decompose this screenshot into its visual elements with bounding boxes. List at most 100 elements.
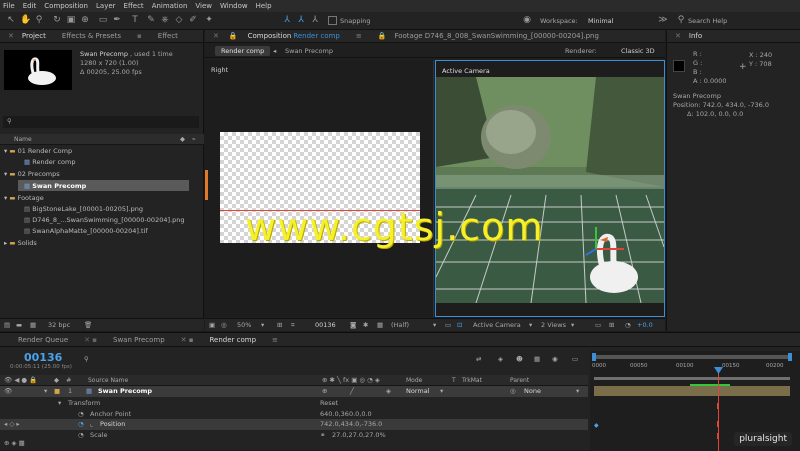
stopwatch-icon[interactable]: ◔ xyxy=(78,410,84,418)
label-column-icon[interactable]: ◆ xyxy=(180,135,185,143)
camera-handle[interactable] xyxy=(205,170,208,200)
tab-swan-precomp[interactable]: Swan Precomp xyxy=(105,336,173,344)
position-row[interactable]: ◂ ◇ ▸ ◔ ⌞ Position 742.0,434.0,-736.0 xyxy=(0,419,588,430)
always-preview-icon[interactable]: ▣ xyxy=(209,321,215,329)
keyframe-marker[interactable] xyxy=(717,433,719,439)
pick-whip-icon[interactable]: ◎ xyxy=(510,387,516,395)
trash-icon[interactable]: 🗑 xyxy=(84,321,92,329)
navigator-start-handle[interactable] xyxy=(592,353,596,361)
item-bigstonelake[interactable]: ▤ BigStoneLake_[00001-00205].png xyxy=(24,205,143,213)
transparency-grid-icon[interactable]: ▦ xyxy=(377,321,383,329)
column-trkmat[interactable]: TrkMat xyxy=(462,377,482,384)
tab-effects-presets[interactable]: Effects & Presets xyxy=(54,32,129,40)
keyframe-marker[interactable] xyxy=(717,421,719,427)
chevron-down-icon[interactable]: ▾ xyxy=(440,387,443,395)
anchor-point-value[interactable]: 640.0,360.0,0.0 xyxy=(320,410,372,418)
left-viewer[interactable]: Right xyxy=(205,60,434,317)
parent-select[interactable]: None xyxy=(524,387,541,395)
menu-window[interactable]: Window xyxy=(220,2,248,10)
footage-lock-icon[interactable]: 🔒 xyxy=(370,32,395,40)
stopwatch-active-icon[interactable]: ◔ xyxy=(78,420,84,428)
channel-icon[interactable]: ✱ xyxy=(363,321,368,329)
reset-exposure-icon[interactable]: ◔ xyxy=(625,321,631,329)
menu-composition[interactable]: Composition xyxy=(44,2,88,10)
position-value[interactable]: 742.0,434.0,-736.0 xyxy=(320,420,382,428)
panel-menu-icon[interactable]: ≡ xyxy=(264,336,286,344)
item-swanswimming[interactable]: ▤ D746_8_...SwanSwimming_[00000-00204].p… xyxy=(24,216,184,224)
magnification-select[interactable]: 50% xyxy=(237,321,251,329)
folder-footage[interactable]: ▾ ▬ Footage xyxy=(4,194,44,202)
scale-value[interactable]: 27.0,27.0,27.0% xyxy=(332,431,386,439)
world-axis-icon[interactable]: ⅄ xyxy=(296,15,306,26)
pen-tool-icon[interactable]: ✒ xyxy=(112,15,122,26)
chevron-down-icon[interactable]: ▾ xyxy=(576,387,579,395)
folder-precomps[interactable]: ▾ ▬ 02 Precomps xyxy=(4,170,60,178)
shy-layers-icon[interactable]: ☻ xyxy=(516,355,523,363)
tab-render-queue[interactable]: Render Queue xyxy=(0,336,76,344)
resolution-select[interactable]: (Half) xyxy=(391,321,409,329)
constrain-proportions-icon[interactable]: ⚭ xyxy=(320,431,325,439)
search-help-input[interactable]: Search Help xyxy=(688,17,727,25)
project-bpc-button[interactable]: 32 bpc xyxy=(48,321,70,329)
stopwatch-icon[interactable]: ◔ xyxy=(78,431,84,439)
item-swanalphamatte[interactable]: ▤ SwanAlphaMatte_[00000-00204].tif xyxy=(24,227,148,235)
column-name[interactable]: Name xyxy=(14,136,32,143)
snapshot-camera-icon[interactable]: ◙ xyxy=(350,321,356,329)
graph-icon[interactable]: ⌞ xyxy=(90,420,93,428)
keyframe-navigator-icon[interactable]: ◂ ◇ ▸ xyxy=(4,420,20,428)
keyframe-diamond-icon[interactable]: ◆ xyxy=(594,422,599,429)
column-t[interactable]: T xyxy=(452,377,456,384)
composition-mini-flowchart-icon[interactable]: ⇄ xyxy=(476,355,481,363)
right-viewer[interactable]: Active Camera xyxy=(435,60,665,317)
column-parent[interactable]: Parent xyxy=(510,377,529,384)
grid-guides-icon[interactable]: ⊞ xyxy=(277,321,282,329)
time-navigator-bar[interactable] xyxy=(594,355,790,359)
exposure-value[interactable]: +0.0 xyxy=(637,321,653,329)
column-mode[interactable]: Mode xyxy=(406,377,422,384)
layer-row[interactable]: 👁 ▾ ■ 1 ▦ Swan Precomp ⊕ ╱ ◈ Normal ▾ ◎ … xyxy=(0,386,588,397)
search-icon[interactable]: ⚲ xyxy=(84,355,89,363)
folder-solids[interactable]: ▸ ▬ Solids xyxy=(4,239,37,247)
menu-view[interactable]: View xyxy=(195,2,212,10)
toggle-3d-view-icon[interactable]: ⊡ xyxy=(457,321,462,329)
camera-tool-icon[interactable]: ▣ xyxy=(66,15,76,26)
collapse-transform-icon[interactable]: ⊕ xyxy=(322,387,327,395)
tab-composition[interactable]: Composition xyxy=(240,32,294,40)
frame-blending-icon[interactable]: ▦ xyxy=(534,355,540,363)
current-time-display[interactable]: 00136 xyxy=(24,351,62,364)
navigator-end-handle[interactable] xyxy=(788,353,792,361)
mask-visibility-icon[interactable]: ◎ xyxy=(221,321,227,329)
pan-behind-tool-icon[interactable]: ⊕ xyxy=(80,15,90,26)
visibility-eye-icon[interactable]: 👁 xyxy=(4,387,12,395)
breadcrumb-swan-precomp[interactable]: Swan Precomp xyxy=(285,47,333,55)
chevron-down-icon[interactable]: ▾ xyxy=(433,321,436,329)
rotate-tool-icon[interactable]: ↻ xyxy=(52,15,62,26)
fast-preview-mode-icon[interactable]: ⊞ xyxy=(609,321,614,329)
layer-duration-bar[interactable] xyxy=(594,386,790,396)
motion-blur-icon[interactable]: ◉ xyxy=(552,355,558,363)
tab-composition-name[interactable]: Render comp xyxy=(293,32,348,40)
panel-menu-icon[interactable]: ≡ xyxy=(348,32,370,40)
blend-mode-select[interactable]: Normal xyxy=(406,387,430,395)
puppet-tool-icon[interactable]: ✦ xyxy=(204,15,214,26)
local-axis-icon[interactable]: ⅄ xyxy=(282,15,292,26)
view-layout-select[interactable]: 2 Views xyxy=(541,321,566,329)
fast-preview-icon[interactable]: ▭ xyxy=(445,321,451,329)
chevron-down-icon[interactable]: ▾ xyxy=(261,321,264,329)
roto-brush-tool-icon[interactable]: ✐ xyxy=(188,15,198,26)
menu-file[interactable]: File xyxy=(3,2,15,10)
playhead-handle[interactable] xyxy=(714,367,723,374)
type-tool-icon[interactable]: T xyxy=(130,15,140,26)
3d-view-select[interactable]: Active Camera xyxy=(473,321,521,329)
work-area-bar[interactable] xyxy=(594,377,790,380)
menu-help[interactable]: Help xyxy=(256,2,272,10)
draft-3d-icon[interactable]: ◈ xyxy=(498,355,503,363)
eraser-tool-icon[interactable]: ◇ xyxy=(174,15,184,26)
layer-name[interactable]: Swan Precomp xyxy=(98,387,152,395)
lock-icon[interactable]: 🔒 xyxy=(227,32,240,40)
tab-info[interactable]: Info xyxy=(689,32,710,40)
3d-layer-icon[interactable]: ◈ xyxy=(386,387,391,395)
toggle-pixel-aspect-icon[interactable]: ▭ xyxy=(595,321,601,329)
column-source-name[interactable]: Source Name xyxy=(88,377,128,384)
expand-triangle-icon[interactable]: ▾ xyxy=(44,387,47,395)
